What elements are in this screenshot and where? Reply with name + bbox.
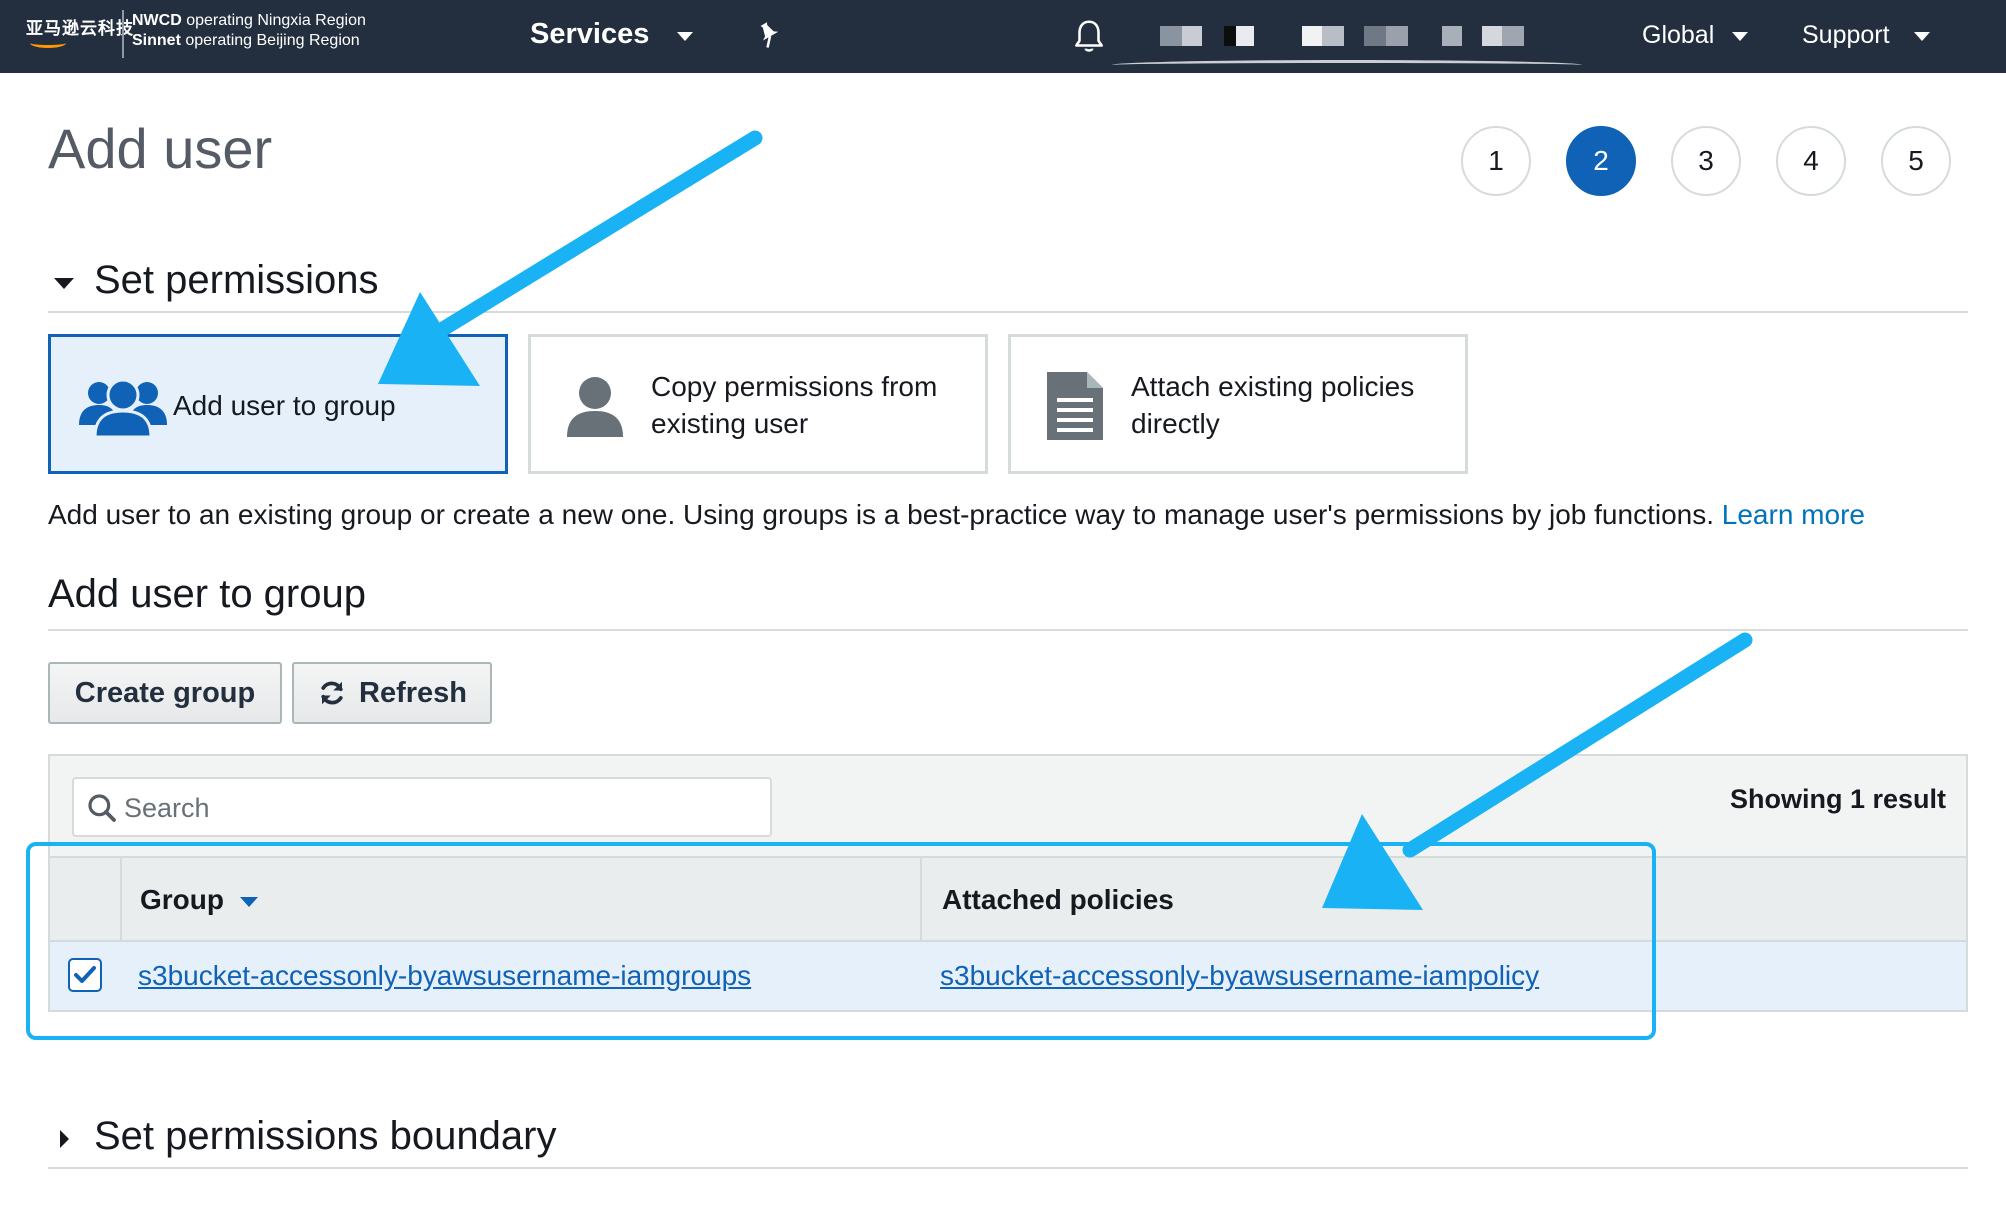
add-user-to-group-heading: Add user to group (48, 572, 366, 616)
logo-smile-icon (30, 38, 66, 48)
search-icon (88, 794, 116, 822)
logo-divider (122, 10, 124, 58)
create-group-button[interactable]: Create group (48, 662, 282, 724)
set-permissions-boundary-heading[interactable]: Set permissions boundary (94, 1114, 556, 1159)
step-4[interactable]: 4 (1776, 126, 1846, 196)
option-label-line2: existing user (651, 408, 809, 439)
search-input[interactable] (124, 789, 744, 827)
region-selector[interactable]: Global (1642, 21, 1714, 50)
option-label: Add user to group (173, 390, 396, 421)
collapse-caret-icon[interactable] (54, 278, 74, 289)
option-add-user-to-group[interactable]: Add user to group (48, 334, 508, 474)
region-text-1: operating Ningxia Region (181, 12, 366, 29)
top-nav: 亚马逊云科技 NWCD operating Ningxia Region Sin… (0, 0, 2006, 73)
refresh-label: Refresh (359, 676, 467, 709)
search-box[interactable] (72, 777, 772, 837)
region-line-2: Sinnet operating Beijing Region (132, 32, 360, 50)
step-3[interactable]: 3 (1671, 126, 1741, 196)
region-line-1: NWCD operating Ningxia Region (132, 12, 366, 30)
page-title: Add user (48, 117, 273, 180)
step-1[interactable]: 1 (1461, 126, 1531, 196)
option-label-line2: directly (1131, 408, 1220, 439)
permissions-description: Add user to an existing group or create … (48, 499, 1865, 531)
option-label-line1: Attach existing policies (1131, 371, 1415, 402)
divider (48, 311, 1968, 313)
support-chevron-down-icon[interactable] (1914, 32, 1930, 41)
support-menu[interactable]: Support (1802, 21, 1890, 50)
learn-more-link[interactable]: Learn more (1722, 499, 1865, 530)
divider (48, 1167, 1968, 1169)
region-operator-2: Sinnet (132, 32, 181, 49)
create-group-label: Create group (74, 676, 256, 709)
region-operator-1: NWCD (132, 12, 182, 29)
logo[interactable]: 亚马逊云科技 (26, 14, 134, 39)
refresh-button[interactable]: Refresh (292, 662, 492, 724)
expand-caret-icon[interactable] (60, 1130, 69, 1148)
account-underline (1112, 60, 1582, 70)
document-icon (1047, 372, 1103, 440)
option-attach-policies[interactable]: Attach existing policies directly (1008, 334, 1468, 474)
option-copy-permissions[interactable]: Copy permissions from existing user (528, 334, 988, 474)
description-text: Add user to an existing group or create … (48, 499, 1714, 530)
set-permissions-heading[interactable]: Set permissions (94, 258, 379, 303)
bell-icon[interactable] (1070, 16, 1108, 56)
annotation-highlight-box (26, 842, 1656, 1040)
region-chevron-down-icon[interactable] (1732, 32, 1748, 41)
option-label-line1: Copy permissions from (651, 371, 938, 402)
group-icon (79, 378, 167, 439)
result-count: Showing 1 result (1729, 784, 1946, 814)
region-text-2: operating Beijing Region (180, 32, 360, 49)
services-chevron-down-icon[interactable] (677, 32, 693, 41)
account-menu[interactable] (1160, 26, 1526, 46)
user-icon (567, 377, 623, 437)
step-2-current[interactable]: 2 (1566, 126, 1636, 196)
pin-icon[interactable] (755, 20, 785, 50)
refresh-icon (321, 681, 343, 705)
divider (48, 629, 1968, 631)
services-menu[interactable]: Services (530, 18, 649, 51)
step-5[interactable]: 5 (1881, 126, 1951, 196)
